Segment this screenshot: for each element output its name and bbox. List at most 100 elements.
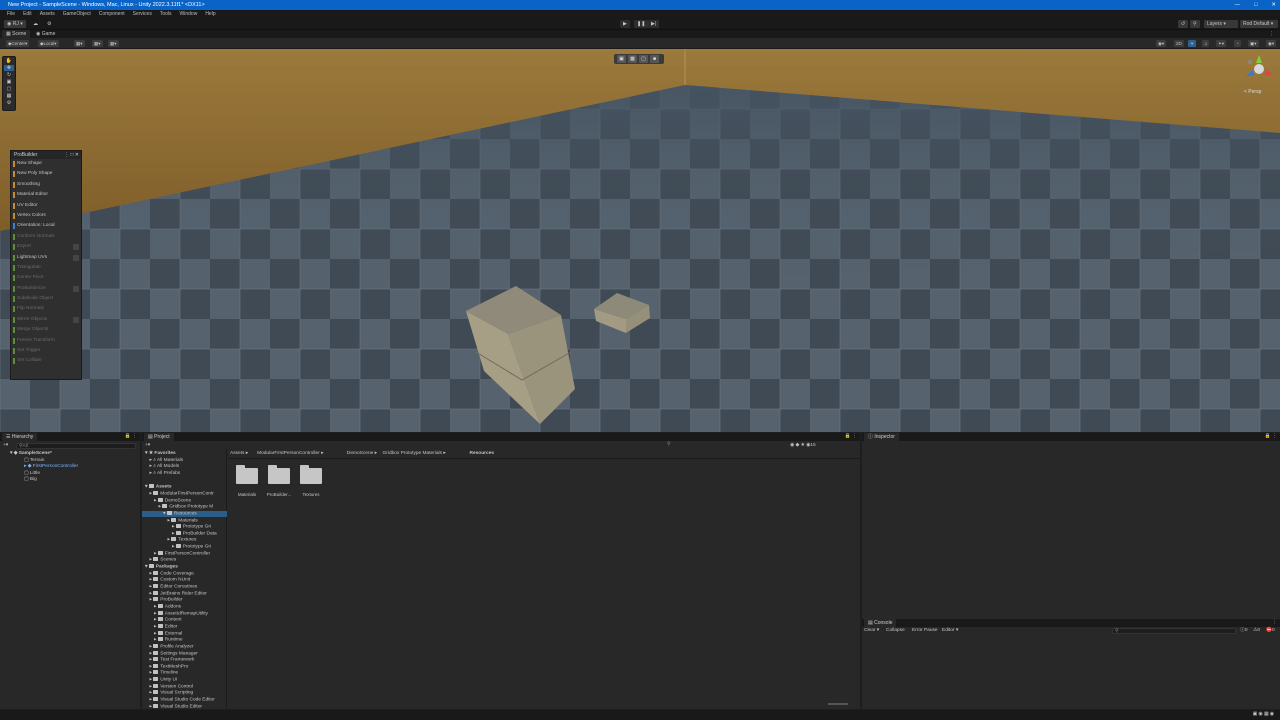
- lock-icon[interactable]: 🔒 ⋮: [845, 434, 857, 440]
- project-tree-item[interactable]: ▸ ⌕ All Materials: [150, 458, 184, 464]
- probuilder-item-subdivide-object[interactable]: Subdivide Object: [11, 294, 81, 304]
- tab-console[interactable]: ▤ Console: [864, 619, 897, 627]
- probuilder-item-smoothing[interactable]: Smoothing: [11, 180, 81, 190]
- more-options-icon[interactable]: ⋮: [1272, 620, 1277, 626]
- project-tree-item[interactable]: ▸ External: [154, 630, 182, 638]
- scale-tool-icon[interactable]: ▣: [4, 79, 14, 85]
- project-tree-item[interactable]: ▸ Code Coverage: [150, 570, 194, 578]
- project-tree-item[interactable]: ▸ Scenes: [150, 557, 176, 564]
- play-button[interactable]: ▶: [620, 20, 630, 28]
- audio-toggle[interactable]: ♫: [1202, 40, 1210, 47]
- probuilder-item-conform-normals[interactable]: Conform Normals: [11, 232, 81, 242]
- breadcrumb-item[interactable]: Resources: [470, 451, 495, 457]
- project-tree-item[interactable]: ▸ Visual Scripting: [150, 690, 193, 697]
- project-tree-item[interactable]: ▸ Materials: [168, 517, 198, 525]
- grid-snap-button[interactable]: ▦▾: [74, 40, 85, 47]
- menu-item-window[interactable]: Window: [176, 10, 202, 18]
- options-icon[interactable]: [73, 244, 79, 251]
- minimize-icon[interactable]: —: [1235, 0, 1241, 10]
- maximize-icon[interactable]: □: [1254, 0, 1257, 10]
- project-tree-item[interactable]: ▸ Custom NUnit: [150, 577, 190, 584]
- draw-mode-dropdown[interactable]: ◉▾: [1156, 40, 1167, 47]
- project-tree-item[interactable]: ▸ Runtime: [154, 637, 183, 644]
- menu-item-gameobject[interactable]: GameObject: [59, 10, 95, 18]
- object-mode-icon[interactable]: ▣: [617, 55, 626, 63]
- project-tree-item[interactable]: ▸ ModularFirstPersonContr: [150, 490, 214, 498]
- project-tree-item[interactable]: ▾ ★ Favorites: [145, 451, 176, 457]
- project-tree-item[interactable]: ▸ JetBrains Rider Editor: [150, 590, 207, 598]
- tab-inspector[interactable]: ⓘ Inspector: [864, 433, 899, 441]
- project-tree-item[interactable]: ▸ ProBuilder Data: [172, 530, 217, 538]
- hierarchy-search[interactable]: ⚲All: [16, 443, 136, 449]
- editor-dropdown[interactable]: Editor ▾: [942, 628, 958, 634]
- probuilder-item-merge-objects[interactable]: Merge Objects: [11, 325, 81, 335]
- options-icon[interactable]: [73, 285, 79, 292]
- error-count-badge[interactable]: ⛔0: [1266, 628, 1275, 634]
- rotate-tool-icon[interactable]: ↻: [4, 72, 14, 78]
- asset-folder[interactable]: Materials: [236, 465, 258, 497]
- more-options-icon[interactable]: ⋮: [1265, 30, 1278, 38]
- space-dropdown[interactable]: ◆Local▾: [38, 40, 59, 47]
- hierarchy-row[interactable]: ▢ Little: [24, 471, 40, 477]
- hidden-objects-toggle[interactable]: ◔: [1234, 40, 1241, 47]
- project-tree-item[interactable]: ▸ AssetIdRemapUtility: [154, 610, 208, 618]
- lighting-toggle[interactable]: ☀: [1188, 40, 1197, 47]
- probuilder-item-new-poly-shape[interactable]: New Poly Shape: [11, 169, 81, 179]
- project-tree-item[interactable]: ▸ Version Control: [150, 683, 193, 691]
- probuilder-item-center-pivot[interactable]: Center Pivot: [11, 273, 81, 283]
- tab-hierarchy[interactable]: ☰ Hierarchy: [2, 433, 38, 441]
- menu-item-tools[interactable]: Tools: [156, 10, 176, 18]
- settings-icon[interactable]: ⚙: [44, 20, 54, 28]
- filter-icons[interactable]: ◉ ◆ ★ ◉15: [790, 443, 816, 449]
- project-tree-item[interactable]: ▸ Timeline: [150, 670, 178, 677]
- probuilder-item-probuilderize[interactable]: ProBuilderize: [11, 284, 81, 294]
- breadcrumb-item[interactable]: Assets ▸: [230, 451, 248, 457]
- project-tree-item[interactable]: ▾ Packages: [145, 564, 178, 571]
- probuilder-item-vertex-colors[interactable]: Vertex Colors: [11, 211, 81, 221]
- effects-dropdown[interactable]: ✦▾: [1216, 40, 1227, 47]
- probuilder-item-mirror-objects[interactable]: Mirror Objects: [11, 315, 81, 325]
- project-tree-item[interactable]: ▸ Visual Studio Code Editor: [150, 697, 215, 704]
- menu-item-edit[interactable]: Edit: [19, 10, 36, 18]
- hierarchy-row[interactable]: ▸ ◆ FirstPersonController: [24, 464, 78, 470]
- collapse-button[interactable]: Collapse: [886, 628, 905, 634]
- probuilder-item-uv-editor[interactable]: UV Editor: [11, 201, 81, 211]
- project-tree-item[interactable]: ▸ Editor: [154, 623, 177, 631]
- history-icon[interactable]: ↺: [1178, 20, 1189, 28]
- breadcrumb-item[interactable]: Gridbox Prototype Materials ▸: [383, 451, 446, 457]
- hierarchy-row[interactable]: ▾ ◆ SampleScene*: [10, 451, 52, 457]
- project-tree-item[interactable]: ▸ Editor Coroutines: [150, 584, 197, 591]
- lock-icon[interactable]: 🔒 ⋮: [1265, 434, 1277, 440]
- persp-label[interactable]: < Persp: [1244, 89, 1261, 95]
- pivot-dropdown[interactable]: ◆Center▾: [6, 40, 30, 47]
- menu-item-services[interactable]: Services: [129, 10, 156, 18]
- probuilder-item-orientation-local[interactable]: Orientation: Local: [11, 221, 81, 231]
- face-mode-icon[interactable]: ■: [650, 55, 659, 63]
- close-icon[interactable]: ✕: [1271, 0, 1276, 10]
- project-tree-item[interactable]: ▸ Gridbox Prototype M: [159, 504, 213, 511]
- scene-viewport[interactable]: [0, 49, 1280, 432]
- error-pause-button[interactable]: Error Pause: [912, 628, 938, 634]
- project-tree-item[interactable]: ▾ Resources: [142, 510, 227, 518]
- orientation-gizmo-icon[interactable]: [1242, 52, 1276, 86]
- options-icon[interactable]: [73, 316, 79, 323]
- project-tree-item[interactable]: ▸ ⌕ All Prefabs: [150, 471, 181, 477]
- project-tree-item[interactable]: ▸ Content: [154, 617, 182, 624]
- asset-folder[interactable]: Textures: [300, 465, 322, 497]
- gizmos-dropdown[interactable]: ◉▾: [1266, 40, 1277, 47]
- probuilder-item-export[interactable]: Export: [11, 242, 81, 252]
- layout-dropdown[interactable]: Rod Default ▾: [1240, 20, 1278, 28]
- project-tree-item[interactable]: ▸ Unity UI: [150, 677, 177, 684]
- warning-count-badge[interactable]: ⚠0: [1253, 628, 1260, 634]
- clear-button[interactable]: Clear ▾: [864, 628, 879, 634]
- create-button[interactable]: +▾: [3, 443, 8, 449]
- tab-game[interactable]: ◉ Game: [32, 30, 59, 38]
- menu-item-file[interactable]: File: [3, 10, 19, 18]
- project-tree-item[interactable]: ▸ Profile Analyzer: [150, 643, 194, 651]
- lock-icon[interactable]: 🔒 ⋮: [125, 434, 137, 440]
- layers-dropdown[interactable]: Layers ▾: [1204, 20, 1238, 28]
- probuilder-item-lightmap-uvs[interactable]: Lightmap UVs: [11, 253, 81, 263]
- menu-item-assets[interactable]: Assets: [36, 10, 59, 18]
- project-tree-item[interactable]: ▸ ⌕ All Models: [150, 464, 180, 470]
- project-tree-item[interactable]: ▸ ProBuilder: [150, 597, 183, 604]
